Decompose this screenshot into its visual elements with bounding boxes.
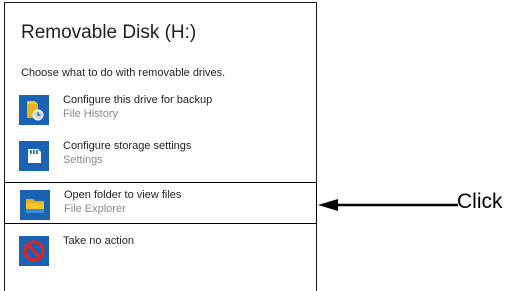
option-configure-backup[interactable]: Configure this drive for backup File His… <box>5 89 316 129</box>
option-text: Open folder to view files File Explorer <box>64 188 181 217</box>
sd-card-settings-icon <box>19 141 49 171</box>
option-text: Configure this drive for backup File His… <box>63 93 212 122</box>
arrow-left-icon <box>318 199 458 211</box>
option-app-name: File Explorer <box>64 203 126 215</box>
option-open-folder[interactable]: Open folder to view files File Explorer <box>4 182 317 224</box>
annotation-click-label: Click <box>457 190 503 213</box>
option-label: Configure storage settings <box>63 140 192 152</box>
option-label: Open folder to view files <box>64 189 182 201</box>
option-text: Take no action <box>63 234 134 248</box>
dialog-prompt: Choose what to do with removable drives. <box>21 67 226 79</box>
no-action-icon <box>19 236 49 266</box>
file-explorer-folder-icon <box>20 190 50 220</box>
annotation-arrow <box>318 197 458 213</box>
autoplay-dialog: Removable Disk (H:) Choose what to do wi… <box>4 2 317 291</box>
option-text: Configure storage settings Settings <box>63 139 191 168</box>
option-storage-settings[interactable]: Configure storage settings Settings <box>5 135 316 175</box>
screenshot-stage: Removable Disk (H:) Choose what to do wi… <box>0 0 513 291</box>
file-history-icon <box>19 95 49 125</box>
option-take-no-action[interactable]: Take no action <box>5 230 316 270</box>
option-label: Take no action <box>63 235 134 247</box>
option-app-name: File History <box>63 108 119 120</box>
option-app-name: Settings <box>63 154 103 166</box>
option-label: Configure this drive for backup <box>63 94 213 106</box>
dialog-title: Removable Disk (H:) <box>21 22 197 43</box>
